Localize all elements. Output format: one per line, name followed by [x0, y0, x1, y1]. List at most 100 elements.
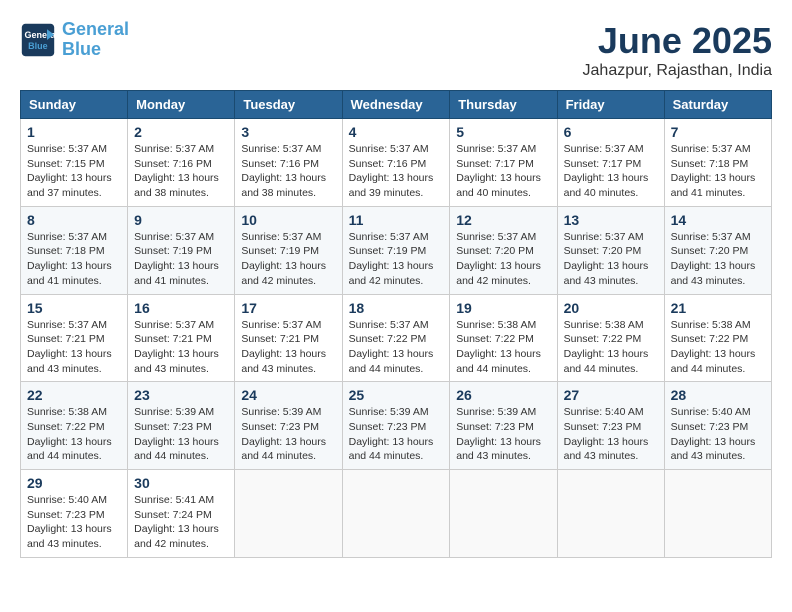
day-info: Sunrise: 5:37 AMSunset: 7:21 PMDaylight:…: [27, 319, 112, 375]
table-row: 15Sunrise: 5:37 AMSunset: 7:21 PMDayligh…: [21, 294, 128, 382]
day-number: 6: [564, 124, 658, 140]
table-row: 30 Sunrise: 5:41 AMSunset: 7:24 PMDayligh…: [128, 470, 235, 558]
day-number: 2: [134, 124, 228, 140]
day-number: 30: [134, 475, 228, 491]
day-number: 14: [671, 212, 765, 228]
calendar-row-1: 8 Sunrise: 5:37 AMSunset: 7:18 PMDaylight…: [21, 206, 772, 294]
day-number: 26: [456, 387, 550, 403]
day-number: 17: [241, 300, 335, 316]
day-number: 11: [349, 212, 444, 228]
table-row: 29 Sunrise: 5:40 AMSunset: 7:23 PMDayligh…: [21, 470, 128, 558]
calendar-table: Sunday Monday Tuesday Wednesday Thursday…: [20, 90, 772, 558]
table-row: 9Sunrise: 5:37 AMSunset: 7:19 PMDaylight…: [128, 206, 235, 294]
day-info: Sunrise: 5:40 AMSunset: 7:23 PMDaylight:…: [564, 406, 649, 462]
day-info: Sunrise: 5:41 AMSunset: 7:24 PMDaylight:…: [134, 494, 219, 550]
calendar-row-4: 29 Sunrise: 5:40 AMSunset: 7:23 PMDayligh…: [21, 470, 772, 558]
day-info: Sunrise: 5:37 AMSunset: 7:22 PMDaylight:…: [349, 319, 434, 375]
day-info: Sunrise: 5:37 AMSunset: 7:16 PMDaylight:…: [134, 143, 219, 199]
day-info: Sunrise: 5:38 AMSunset: 7:22 PMDaylight:…: [671, 319, 756, 375]
table-row: 17 Sunrise: 5:37 AMSunset: 7:21 PMDayligh…: [235, 294, 342, 382]
table-row: 8 Sunrise: 5:37 AMSunset: 7:18 PMDaylight…: [21, 206, 128, 294]
header-monday: Monday: [128, 91, 235, 119]
day-number: 22: [27, 387, 121, 403]
table-row: [557, 470, 664, 558]
table-row: 3Sunrise: 5:37 AMSunset: 7:16 PMDaylight…: [235, 119, 342, 207]
table-row: 24 Sunrise: 5:39 AMSunset: 7:23 PMDayligh…: [235, 382, 342, 470]
table-row: 26 Sunrise: 5:39 AMSunset: 7:23 PMDayligh…: [450, 382, 557, 470]
day-number: 23: [134, 387, 228, 403]
day-info: Sunrise: 5:37 AMSunset: 7:19 PMDaylight:…: [241, 231, 326, 287]
table-row: 7Sunrise: 5:37 AMSunset: 7:18 PMDaylight…: [664, 119, 771, 207]
header-sunday: Sunday: [21, 91, 128, 119]
table-row: 5 Sunrise: 5:37 AMSunset: 7:17 PMDaylight…: [450, 119, 557, 207]
table-row: 10Sunrise: 5:37 AMSunset: 7:19 PMDayligh…: [235, 206, 342, 294]
day-info: Sunrise: 5:37 AMSunset: 7:19 PMDaylight:…: [134, 231, 219, 287]
month-title: June 2025: [583, 20, 772, 62]
day-info: Sunrise: 5:37 AMSunset: 7:18 PMDaylight:…: [671, 143, 756, 199]
day-info: Sunrise: 5:38 AMSunset: 7:22 PMDaylight:…: [564, 319, 649, 375]
header-saturday: Saturday: [664, 91, 771, 119]
day-info: Sunrise: 5:38 AMSunset: 7:22 PMDaylight:…: [456, 319, 541, 375]
header-tuesday: Tuesday: [235, 91, 342, 119]
day-info: Sunrise: 5:37 AMSunset: 7:17 PMDaylight:…: [564, 143, 649, 199]
table-row: 1Sunrise: 5:37 AMSunset: 7:15 PMDaylight…: [21, 119, 128, 207]
day-number: 25: [349, 387, 444, 403]
table-row: 6 Sunrise: 5:37 AMSunset: 7:17 PMDaylight…: [557, 119, 664, 207]
day-number: 20: [564, 300, 658, 316]
day-number: 29: [27, 475, 121, 491]
day-info: Sunrise: 5:37 AMSunset: 7:20 PMDaylight:…: [456, 231, 541, 287]
calendar-header-row: Sunday Monday Tuesday Wednesday Thursday…: [21, 91, 772, 119]
title-area: June 2025 Jahazpur, Rajasthan, India: [583, 20, 772, 80]
table-row: 20 Sunrise: 5:38 AMSunset: 7:22 PMDayligh…: [557, 294, 664, 382]
table-row: 25 Sunrise: 5:39 AMSunset: 7:23 PMDayligh…: [342, 382, 450, 470]
day-info: Sunrise: 5:40 AMSunset: 7:23 PMDaylight:…: [27, 494, 112, 550]
table-row: 16Sunrise: 5:37 AMSunset: 7:21 PMDayligh…: [128, 294, 235, 382]
table-row: 22 Sunrise: 5:38 AMSunset: 7:22 PMDayligh…: [21, 382, 128, 470]
logo-icon: General Blue: [20, 22, 56, 58]
day-number: 8: [27, 212, 121, 228]
day-info: Sunrise: 5:37 AMSunset: 7:17 PMDaylight:…: [456, 143, 541, 199]
table-row: 27 Sunrise: 5:40 AMSunset: 7:23 PMDayligh…: [557, 382, 664, 470]
day-number: 1: [27, 124, 121, 140]
logo-line1: General: [62, 19, 129, 39]
day-number: 3: [241, 124, 335, 140]
day-info: Sunrise: 5:37 AMSunset: 7:20 PMDaylight:…: [671, 231, 756, 287]
table-row: 2 Sunrise: 5:37 AMSunset: 7:16 PMDaylight…: [128, 119, 235, 207]
logo: General Blue General Blue: [20, 20, 129, 60]
day-info: Sunrise: 5:39 AMSunset: 7:23 PMDaylight:…: [349, 406, 434, 462]
day-number: 16: [134, 300, 228, 316]
day-number: 5: [456, 124, 550, 140]
table-row: [235, 470, 342, 558]
day-number: 28: [671, 387, 765, 403]
day-number: 21: [671, 300, 765, 316]
day-number: 13: [564, 212, 658, 228]
table-row: 23Sunrise: 5:39 AMSunset: 7:23 PMDayligh…: [128, 382, 235, 470]
day-number: 24: [241, 387, 335, 403]
calendar-row-3: 22 Sunrise: 5:38 AMSunset: 7:22 PMDayligh…: [21, 382, 772, 470]
header-friday: Friday: [557, 91, 664, 119]
table-row: 14 Sunrise: 5:37 AMSunset: 7:20 PMDayligh…: [664, 206, 771, 294]
day-info: Sunrise: 5:37 AMSunset: 7:19 PMDaylight:…: [349, 231, 434, 287]
table-row: 11 Sunrise: 5:37 AMSunset: 7:19 PMDayligh…: [342, 206, 450, 294]
day-info: Sunrise: 5:37 AMSunset: 7:16 PMDaylight:…: [349, 143, 434, 199]
page-header: General Blue General Blue June 2025 Jaha…: [20, 20, 772, 80]
table-row: 12Sunrise: 5:37 AMSunset: 7:20 PMDayligh…: [450, 206, 557, 294]
day-info: Sunrise: 5:37 AMSunset: 7:18 PMDaylight:…: [27, 231, 112, 287]
table-row: [664, 470, 771, 558]
day-info: Sunrise: 5:39 AMSunset: 7:23 PMDaylight:…: [456, 406, 541, 462]
day-info: Sunrise: 5:39 AMSunset: 7:23 PMDaylight:…: [241, 406, 326, 462]
logo-text: General Blue: [62, 20, 129, 60]
table-row: [450, 470, 557, 558]
location: Jahazpur, Rajasthan, India: [583, 62, 772, 80]
svg-text:Blue: Blue: [28, 41, 48, 51]
day-number: 18: [349, 300, 444, 316]
day-info: Sunrise: 5:37 AMSunset: 7:21 PMDaylight:…: [241, 319, 326, 375]
header-thursday: Thursday: [450, 91, 557, 119]
day-info: Sunrise: 5:40 AMSunset: 7:23 PMDaylight:…: [671, 406, 756, 462]
table-row: 19Sunrise: 5:38 AMSunset: 7:22 PMDayligh…: [450, 294, 557, 382]
table-row: 21 Sunrise: 5:38 AMSunset: 7:22 PMDayligh…: [664, 294, 771, 382]
day-number: 27: [564, 387, 658, 403]
header-wednesday: Wednesday: [342, 91, 450, 119]
table-row: 13Sunrise: 5:37 AMSunset: 7:20 PMDayligh…: [557, 206, 664, 294]
day-info: Sunrise: 5:38 AMSunset: 7:22 PMDaylight:…: [27, 406, 112, 462]
